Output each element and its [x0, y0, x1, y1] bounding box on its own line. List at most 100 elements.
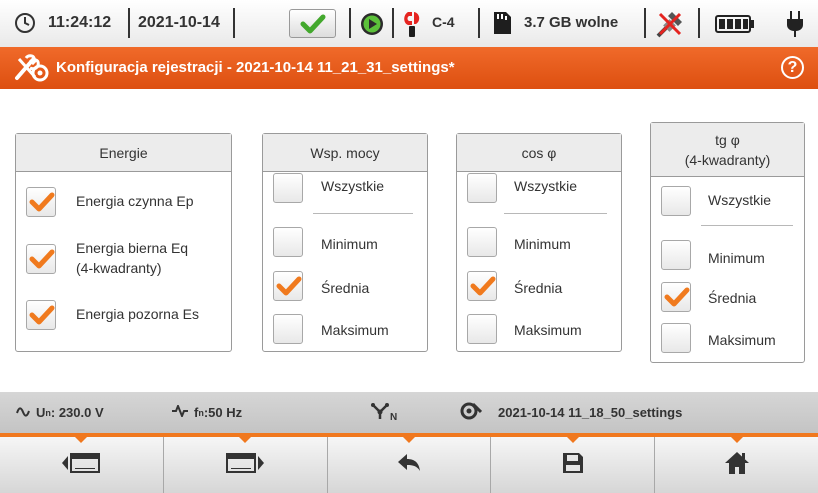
checkmark-icon: [470, 276, 496, 296]
tg-divider: [701, 225, 793, 226]
cos-phi-panel-header: cos φ: [457, 134, 621, 172]
power-factor-panel-header: Wsp. mocy: [263, 134, 427, 172]
cos-phi-panel: cos φ Wszystkie Minimum Średnia Maksimum: [456, 133, 622, 352]
button-notch: [565, 436, 580, 443]
status-separator: [128, 8, 130, 38]
next-screen-button[interactable]: [163, 436, 328, 493]
tg-phi-panel-title: tg φ: [715, 131, 740, 148]
label-cos-minimum: Minimum: [514, 236, 571, 252]
checkbox-pf-all[interactable]: [273, 173, 303, 203]
voltage-value: : 230.0 V: [50, 405, 104, 420]
voltage-symbol: U: [36, 405, 46, 420]
label-cos-all: Wszystkie: [514, 178, 577, 194]
energy-panel-header: Energie: [16, 134, 231, 172]
label-tg-minimum: Minimum: [708, 250, 765, 266]
help-icon[interactable]: ?: [781, 56, 804, 79]
info-bar: Un: 230.0 V f n:50 Hz N 2021-10-14 11_18_…: [0, 392, 818, 437]
status-channel: C-4: [432, 14, 455, 30]
label-pf-minimum: Minimum: [321, 236, 378, 252]
title-bar: Konfiguracja rejestracji - 2021-10-14 11…: [0, 47, 818, 89]
frequency-value: :50 Hz: [203, 405, 243, 420]
label-reactive-energy-sub: (4-kwadranty): [76, 260, 162, 276]
checkbox-tg-maximum[interactable]: [661, 323, 691, 353]
checkbox-reactive-energy[interactable]: [26, 244, 56, 274]
tg-phi-panel-header: tg φ (4-kwadranty): [651, 123, 804, 177]
status-separator: [392, 8, 394, 38]
label-pf-maximum: Maksimum: [321, 322, 389, 338]
status-separator: [644, 8, 646, 38]
home-button[interactable]: [655, 436, 818, 493]
status-bar: 11:24:12 2021-10-14 C-4 3.7 GB wolne: [0, 0, 818, 47]
checkbox-tg-all[interactable]: [661, 186, 691, 216]
status-storage: 3.7 GB wolne: [524, 14, 619, 31]
checkbox-cos-maximum[interactable]: [467, 314, 497, 344]
button-notch: [401, 436, 416, 443]
nominal-voltage: Un: 230.0 V: [16, 392, 104, 433]
checkbox-pf-minimum[interactable]: [273, 227, 303, 257]
sd-card-icon: [492, 11, 512, 35]
settings-file-name: 2021-10-14 11_18_50_settings: [498, 405, 683, 420]
settings-gear-icon: [460, 401, 483, 424]
label-cos-average: Średnia: [514, 280, 563, 296]
checkbox-apparent-energy[interactable]: [26, 300, 56, 330]
status-date: 2021-10-14: [138, 14, 220, 31]
frequency-wave-icon: [172, 403, 188, 420]
save-disk-icon: [562, 452, 584, 479]
checkbox-pf-average[interactable]: [273, 271, 303, 301]
cos-phi-panel-title: cos φ: [521, 144, 557, 161]
label-pf-average: Średnia: [321, 280, 370, 296]
power-factor-panel-title: Wsp. mocy: [310, 144, 380, 161]
checkbox-tg-minimum[interactable]: [661, 240, 691, 270]
checkmark-icon: [664, 287, 690, 307]
status-separator: [233, 8, 235, 38]
cos-divider: [504, 213, 607, 214]
checkbox-active-energy[interactable]: [26, 187, 56, 217]
checkbox-cos-minimum[interactable]: [467, 227, 497, 257]
tools-settings-icon: [14, 53, 50, 88]
home-icon: [724, 451, 750, 480]
status-separator: [698, 8, 700, 38]
checkmark-icon: [29, 249, 55, 269]
nominal-frequency: f n:50 Hz: [172, 392, 242, 433]
clamp-probe-icon: [402, 9, 424, 39]
pf-divider: [313, 213, 413, 214]
tg-phi-panel: tg φ (4-kwadranty) Wszystkie Minimum Śre…: [650, 122, 805, 363]
settings-file: 2021-10-14 11_18_50_settings: [460, 392, 682, 433]
label-tg-average: Średnia: [708, 290, 757, 306]
energy-panel: Energie Energia czynna Ep Energia bierna…: [15, 133, 232, 352]
label-pf-all: Wszystkie: [321, 178, 384, 194]
energy-panel-title: Energie: [99, 144, 148, 161]
label-apparent-energy: Energia pozorna Es: [76, 306, 199, 322]
sine-wave-icon: [16, 405, 30, 420]
checkmark-icon: [276, 276, 302, 296]
checkbox-cos-all[interactable]: [467, 173, 497, 203]
label-tg-maximum: Maksimum: [708, 332, 776, 348]
back-arrow-icon: [397, 452, 421, 479]
status-time: 11:24:12: [48, 14, 112, 31]
label-reactive-energy: Energia bierna Eq: [76, 240, 189, 256]
save-button[interactable]: [491, 436, 656, 493]
button-notch: [74, 436, 89, 443]
checkbox-tg-average[interactable]: [661, 282, 691, 312]
power-plug-icon: [786, 10, 804, 38]
network-subscript: N: [390, 412, 398, 423]
battery-icon: [715, 15, 755, 33]
checkmark-icon: [29, 305, 55, 325]
button-notch: [238, 436, 253, 443]
status-ok-check-icon[interactable]: [289, 9, 336, 38]
checkbox-cos-average[interactable]: [467, 271, 497, 301]
label-tg-all: Wszystkie: [708, 192, 771, 208]
wye-network-icon: [370, 401, 390, 424]
prev-screen-button[interactable]: [0, 436, 164, 493]
clock-icon: [14, 12, 36, 34]
next-screen-icon: [225, 451, 265, 480]
page-title: Konfiguracja rejestracji - 2021-10-14 11…: [56, 59, 455, 76]
back-button[interactable]: [327, 436, 492, 493]
recording-play-icon: [360, 12, 384, 36]
status-separator: [478, 8, 480, 38]
checkbox-pf-maximum[interactable]: [273, 314, 303, 344]
checkmark-icon: [29, 192, 55, 212]
button-notch: [729, 436, 744, 443]
tg-phi-panel-subtitle: (4-kwadranty): [684, 151, 771, 168]
button-bar: [0, 436, 818, 493]
